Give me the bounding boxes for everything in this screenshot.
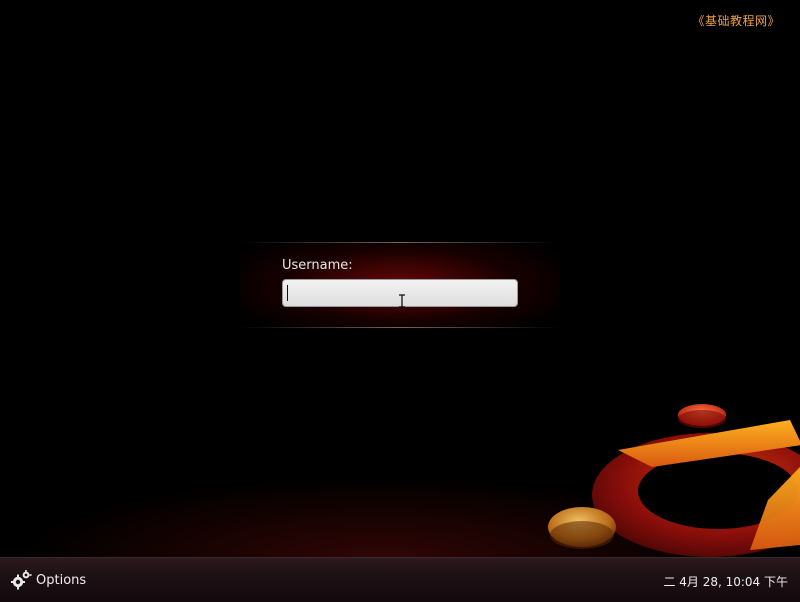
watermark-text: 《基础教程网》 bbox=[692, 14, 780, 28]
login-screen: 《基础教程网》 Username: Options 二 4月 28, 10:04… bbox=[0, 0, 800, 602]
ubuntu-logo bbox=[548, 404, 800, 557]
options-button[interactable]: Options bbox=[10, 568, 86, 592]
gear-icon bbox=[11, 570, 32, 590]
username-label: Username: bbox=[282, 258, 353, 273]
options-label: Options bbox=[36, 572, 87, 588]
bottom-panel: Options 二 4月 28, 10:04 下午 bbox=[0, 557, 800, 602]
text-cursor-icon bbox=[399, 294, 405, 308]
text-caret bbox=[287, 285, 288, 301]
clock-display[interactable]: 二 4月 28, 10:04 下午 bbox=[663, 573, 788, 590]
login-panel: Username: bbox=[240, 242, 560, 328]
